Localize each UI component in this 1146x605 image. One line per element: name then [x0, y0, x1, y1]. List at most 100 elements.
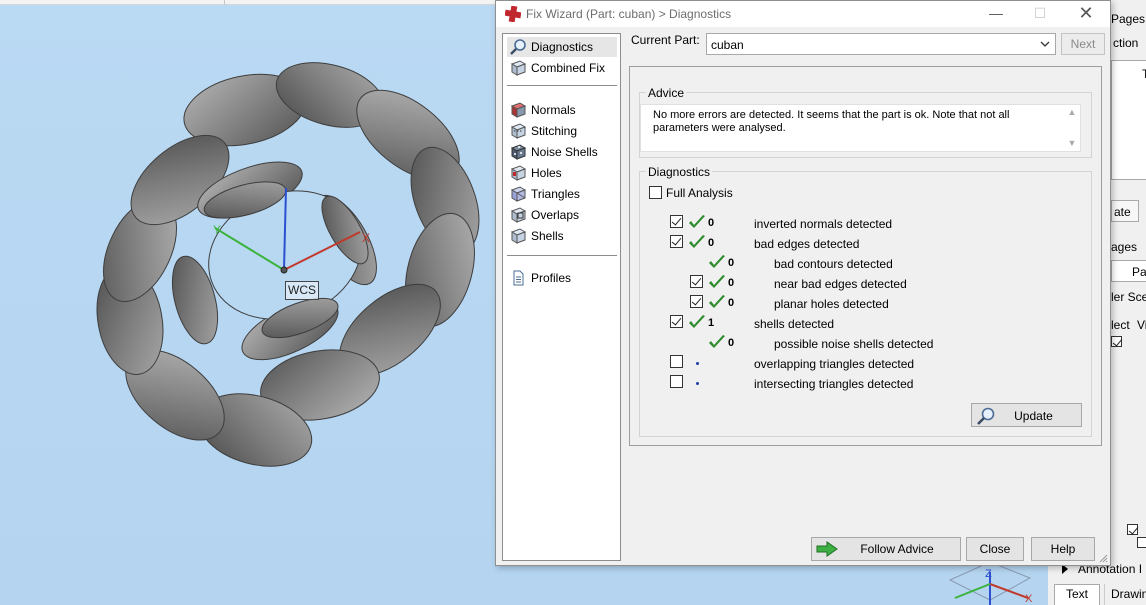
not-analysed-dot-icon: [696, 362, 699, 365]
nav-label: Stitching: [531, 124, 578, 138]
diagnostic-count: 0: [708, 237, 715, 249]
scene-label-fragment: ler Sce: [1111, 290, 1146, 304]
chevron-down-icon[interactable]: [1038, 36, 1052, 52]
diagnostic-row: 0 bad contours detected: [496, 254, 1096, 274]
diagnostic-checkbox[interactable]: [670, 355, 683, 368]
follow-advice-button[interactable]: Follow Advice: [811, 537, 961, 561]
green-arrow-icon: [816, 541, 838, 557]
nav-item-normals[interactable]: Normals: [507, 100, 617, 120]
panel-list-box: T: [1111, 60, 1146, 180]
diagnostic-count: 0: [728, 297, 735, 309]
nav-label: Combined Fix: [531, 61, 606, 75]
diagnostic-label: overlapping triangles detected: [754, 357, 915, 371]
update-label: Update: [1014, 409, 1053, 423]
nav-label: Normals: [531, 103, 576, 117]
green-check-icon: [709, 295, 725, 308]
nav-item-stitching[interactable]: Stitching: [507, 121, 617, 141]
diagnostic-label: planar holes detected: [774, 297, 889, 311]
gizmo-z-label: Z: [985, 568, 992, 580]
diagnostic-checkbox[interactable]: [670, 375, 683, 388]
resize-grip-icon[interactable]: [1098, 553, 1108, 563]
green-check-icon: [709, 275, 725, 288]
diagnostic-row: 0 near bad edges detected: [496, 274, 1096, 294]
x-axis-label: X: [362, 231, 370, 245]
full-analysis-label: Full Analysis: [666, 186, 733, 200]
panel-checkbox[interactable]: [1111, 336, 1122, 347]
scroll-down-icon[interactable]: ▼: [1067, 138, 1077, 148]
green-check-icon: [709, 335, 725, 348]
update-button[interactable]: Update: [971, 403, 1082, 427]
diagnostic-count: 0: [728, 277, 735, 289]
stitching-cube-icon: [510, 123, 527, 139]
current-part-value: cuban: [711, 38, 744, 52]
panel-fragment-ction: ction: [1113, 36, 1139, 50]
full-analysis-checkbox[interactable]: [649, 186, 662, 199]
advice-title: Advice: [646, 86, 687, 100]
diagnostic-checkbox[interactable]: [670, 235, 683, 248]
nav-item-holes[interactable]: Holes: [507, 163, 617, 183]
next-button[interactable]: Next: [1061, 33, 1105, 55]
gizmo-x-label: X: [1025, 593, 1033, 605]
window-close-button[interactable]: ✕: [1064, 1, 1108, 27]
diagnostic-row: 0 bad edges detected: [496, 234, 1096, 254]
advice-scrollbar[interactable]: ▲ ▼: [1064, 105, 1080, 151]
wcs-origin: [280, 266, 288, 274]
diagnostic-checkbox[interactable]: [670, 315, 683, 328]
advice-text: No more errors are detected. It seems th…: [653, 109, 1010, 134]
follow-advice-label: Follow Advice: [860, 542, 934, 556]
diagnostic-row: 0 inverted normals detected: [496, 214, 1096, 234]
tab-drawing[interactable]: Drawin: [1104, 584, 1146, 605]
tab-text[interactable]: Text: [1054, 584, 1100, 605]
panel-fragment-par: Par: [1132, 265, 1146, 279]
red-cross-icon: [505, 6, 521, 22]
diagnostics-title: Diagnostics: [646, 165, 713, 179]
diagnostic-checkbox[interactable]: [670, 215, 683, 228]
not-analysed-dot-icon: [696, 382, 699, 385]
diagnostic-label: shells detected: [754, 317, 835, 331]
magnifier-icon: [510, 39, 526, 55]
panel-checkbox-3[interactable]: [1137, 537, 1146, 548]
close-button[interactable]: Close: [966, 537, 1024, 561]
nav-item-combined-fix[interactable]: Combined Fix: [507, 58, 617, 78]
green-check-icon: [689, 215, 705, 228]
diagnostic-label: inverted normals detected: [754, 217, 893, 231]
fix-wizard-dialog: Fix Wizard (Part: cuban) > Diagnostics —…: [495, 0, 1111, 566]
diagnostic-checkbox[interactable]: [690, 295, 703, 308]
diagnostic-label: possible noise shells detected: [774, 337, 934, 351]
pages-tab-fragment[interactable]: Pages: [1111, 12, 1145, 26]
dialog-title: Fix Wizard (Part: cuban) > Diagnostics: [526, 7, 732, 21]
diagnostic-checkbox[interactable]: [690, 275, 703, 288]
advice-text-box[interactable]: No more errors are detected. It seems th…: [640, 104, 1081, 152]
green-check-icon: [689, 235, 705, 248]
diagnostic-row: 0 planar holes detected: [496, 294, 1096, 314]
nav-item-noise-shells[interactable]: Noise Shells: [507, 142, 617, 162]
diagnostic-label: bad edges detected: [754, 237, 860, 251]
normals-cube-icon: [510, 102, 527, 118]
nav-label: Holes: [531, 166, 562, 180]
nav-label: Diagnostics: [531, 40, 594, 54]
wcs-label: WCS: [285, 281, 319, 300]
pages-label-fragment: ages: [1111, 240, 1138, 254]
right-docked-panel: Pages ction T ate ages Par ler Sce lect …: [1110, 0, 1146, 605]
noise-shells-icon: [510, 144, 527, 160]
nav-label: Triangles: [531, 187, 580, 201]
nav-divider: [507, 85, 617, 86]
vi-label-fragment: Vi: [1137, 318, 1146, 332]
holes-cube-icon: [510, 165, 527, 181]
panel-button-fragment[interactable]: ate: [1111, 200, 1139, 222]
diagnostic-count: 0: [728, 337, 735, 349]
cube-icon: [510, 60, 527, 76]
green-check-icon: [689, 315, 705, 328]
nav-item-diagnostics[interactable]: Diagnostics: [507, 37, 617, 57]
triangles-cube-icon: [510, 186, 527, 202]
current-part-dropdown[interactable]: cuban: [706, 33, 1056, 55]
help-button[interactable]: Help: [1031, 537, 1095, 561]
minimize-button[interactable]: —: [974, 1, 1018, 27]
nav-item-triangles[interactable]: Triangles: [507, 184, 617, 204]
panel-field-fragment[interactable]: Par: [1111, 260, 1146, 282]
diagnostic-label: intersecting triangles detected: [754, 377, 914, 391]
panel-checkbox-2[interactable]: [1127, 524, 1138, 535]
scroll-up-icon[interactable]: ▲: [1067, 107, 1077, 117]
dialog-titlebar[interactable]: Fix Wizard (Part: cuban) > Diagnostics —…: [496, 1, 1110, 27]
maximize-button[interactable]: ☐: [1018, 1, 1062, 27]
